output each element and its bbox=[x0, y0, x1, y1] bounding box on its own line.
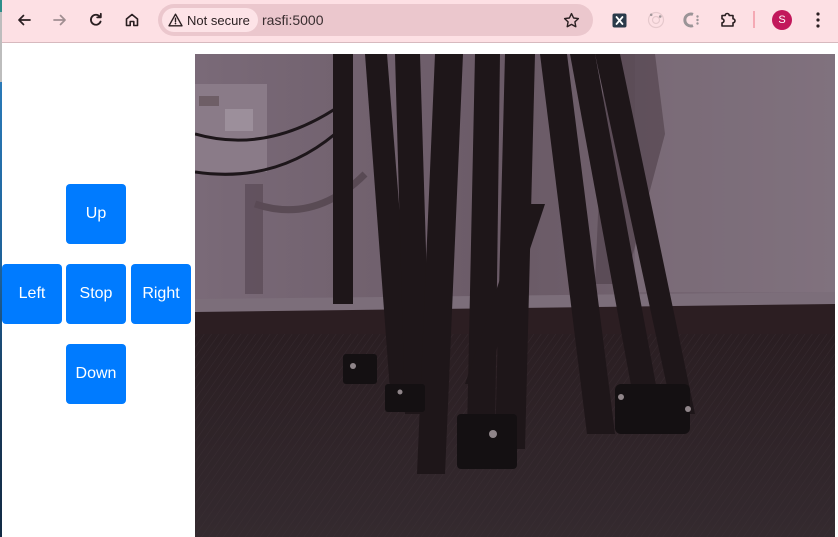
reload-button[interactable] bbox=[81, 5, 111, 35]
record-extension-button[interactable] bbox=[644, 8, 668, 32]
x-square-icon bbox=[612, 13, 626, 27]
reload-icon bbox=[90, 12, 102, 26]
back-button[interactable] bbox=[9, 5, 39, 35]
up-button[interactable]: Up bbox=[66, 184, 126, 244]
c-extension-button[interactable] bbox=[680, 8, 704, 32]
left-button[interactable]: Left bbox=[2, 264, 62, 324]
star-outline-icon bbox=[563, 12, 579, 27]
address-bar[interactable]: Not secure rasfi:5000 bbox=[158, 4, 593, 36]
arrow-left-icon bbox=[18, 14, 31, 26]
extensions-menu-button[interactable] bbox=[716, 8, 740, 32]
stop-button[interactable]: Stop bbox=[66, 264, 126, 324]
warning-triangle-icon bbox=[168, 13, 183, 27]
browser-menu-button[interactable] bbox=[803, 5, 833, 35]
arrow-right-icon bbox=[53, 14, 66, 26]
url-text[interactable]: rasfi:5000 bbox=[262, 4, 323, 36]
security-indicator[interactable]: Not secure bbox=[162, 8, 258, 32]
target-icon bbox=[647, 11, 665, 29]
x-extension-button[interactable] bbox=[607, 8, 631, 32]
camera-frame bbox=[195, 54, 835, 537]
page-content: Up Left Stop Right Down bbox=[0, 43, 838, 537]
desktop-edge bbox=[0, 0, 2, 537]
home-button[interactable] bbox=[117, 5, 147, 35]
down-button[interactable]: Down bbox=[66, 344, 126, 404]
bookmark-button[interactable] bbox=[559, 8, 583, 32]
camera-stream bbox=[195, 54, 835, 537]
home-icon bbox=[125, 13, 139, 27]
toolbar-divider bbox=[753, 11, 755, 28]
direction-controls: Up Left Stop Right Down bbox=[0, 43, 195, 537]
kebab-menu-icon bbox=[816, 12, 820, 28]
security-label: Not secure bbox=[187, 12, 250, 28]
c-dots-icon bbox=[683, 12, 699, 28]
browser-toolbar: Not secure rasfi:5000 S bbox=[0, 0, 838, 43]
puzzle-piece-icon bbox=[721, 12, 736, 27]
right-button[interactable]: Right bbox=[131, 264, 191, 324]
profile-avatar[interactable]: S bbox=[772, 10, 792, 30]
forward-button[interactable] bbox=[45, 5, 75, 35]
